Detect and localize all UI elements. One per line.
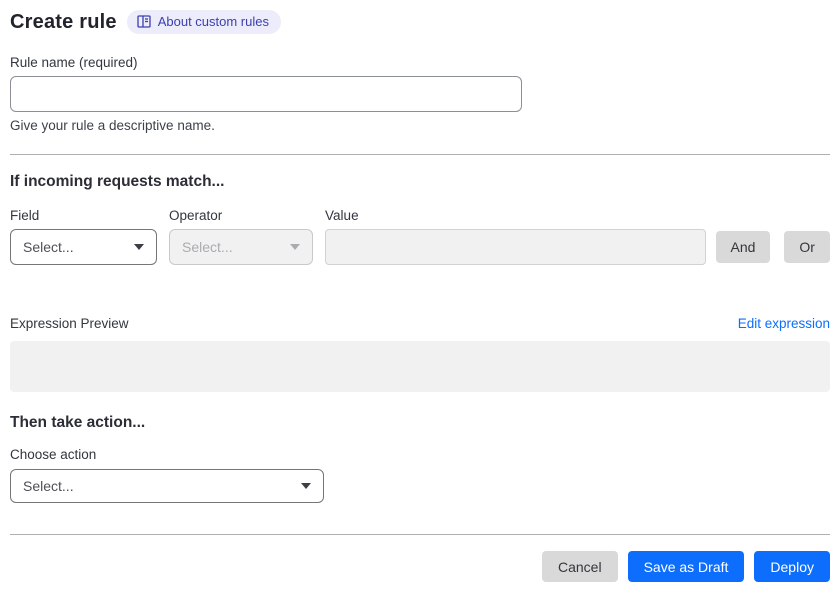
header: Create rule About custom rules — [10, 10, 830, 34]
match-condition-row: Field Select... Operator Select... Value… — [10, 208, 830, 265]
section-divider — [10, 154, 830, 155]
match-section-heading: If incoming requests match... — [10, 173, 225, 190]
value-label: Value — [325, 208, 359, 223]
choose-action-label: Choose action — [10, 447, 97, 462]
or-button[interactable]: Or — [784, 231, 830, 263]
choose-action-select[interactable]: Select... — [10, 469, 324, 503]
rule-name-helper: Give your rule a descriptive name. — [10, 118, 215, 133]
page-title: Create rule — [10, 10, 117, 33]
expression-preview-label: Expression Preview — [10, 316, 129, 331]
about-custom-rules-badge[interactable]: About custom rules — [126, 10, 281, 34]
chevron-down-icon — [134, 244, 145, 250]
operator-select-value: Select... — [182, 239, 233, 255]
operator-label: Operator — [169, 208, 223, 223]
choose-action-value: Select... — [23, 478, 74, 494]
footer-divider — [10, 534, 830, 535]
save-as-draft-button[interactable]: Save as Draft — [627, 551, 745, 582]
operator-select: Select... — [169, 229, 314, 265]
rule-name-input[interactable] — [10, 76, 522, 112]
book-reader-icon — [137, 15, 151, 28]
footer-actions: Cancel Save as Draft Deploy — [10, 551, 830, 582]
chevron-down-icon — [301, 483, 311, 489]
rule-name-label: Rule name (required) — [10, 55, 138, 70]
action-section-heading: Then take action... — [10, 414, 146, 431]
about-custom-rules-label: About custom rules — [157, 14, 269, 29]
edit-expression-link[interactable]: Edit expression — [738, 316, 830, 331]
field-select-value: Select... — [23, 239, 74, 255]
expression-preview-header: Expression Preview Edit expression — [10, 316, 830, 331]
field-label: Field — [10, 208, 40, 223]
expression-preview-box — [10, 341, 830, 392]
field-select[interactable]: Select... — [10, 229, 158, 265]
cancel-button[interactable]: Cancel — [541, 551, 618, 582]
value-input — [325, 229, 706, 265]
and-button[interactable]: And — [715, 231, 771, 263]
deploy-button[interactable]: Deploy — [754, 551, 830, 582]
create-rule-form: Create rule About custom rules Rule name… — [0, 0, 839, 582]
chevron-down-icon — [290, 244, 301, 250]
